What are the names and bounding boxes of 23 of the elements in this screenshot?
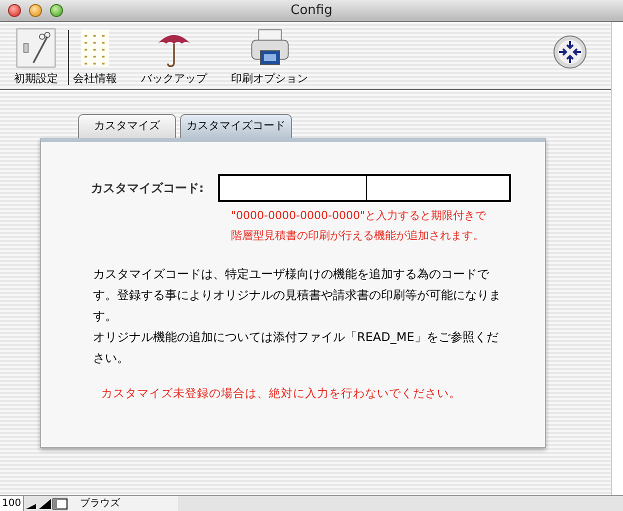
- printer-icon: [250, 28, 290, 68]
- input-field[interactable]: [218, 174, 511, 202]
- mode-label: ブラウズ: [68, 496, 178, 511]
- toolbar-button[interactable]: 初期設定: [12, 28, 60, 87]
- minimize-button[interactable]: [29, 4, 42, 17]
- hint-text: "0000-0000-0000-0000"と入力すると期限付きで: [231, 208, 488, 224]
- toolbar-button[interactable]: 印刷オプション: [229, 28, 310, 87]
- description-paragraph: オリジナル機能の追加については添付ファイル「READ_ME」をご参照ください。: [93, 329, 500, 367]
- field-label: カスタマイズコード:: [91, 180, 205, 197]
- description-paragraph: カスタマイズコードは、特定ユーザ様向けの機能を追加する為のコードです。登録する事によりオリジナルの見積書や請求書の印刷等が可能になります。: [93, 266, 502, 325]
- tab[interactable]: カスタマイズ: [78, 114, 176, 138]
- zoom-button[interactable]: [50, 4, 63, 17]
- close-button[interactable]: [8, 4, 21, 17]
- tab[interactable]: カスタマイズコード: [180, 114, 292, 138]
- switch-scissors-icon: [16, 28, 56, 68]
- toolbar-button[interactable]: バックアップ: [139, 28, 209, 87]
- layout-icon[interactable]: [52, 496, 68, 510]
- zoom-level[interactable]: 100: [0, 496, 24, 511]
- shrink-arrows-icon[interactable]: [553, 35, 587, 69]
- warning-text: カスタマイズ未登録の場合は、絶対に入力を行わないでください。: [101, 385, 462, 402]
- toolbar-button[interactable]: 会社情報: [71, 28, 119, 87]
- hint-text: 階層型見積書の印刷が行える機能が追加されます。: [231, 228, 485, 244]
- window-title: Config: [290, 2, 334, 20]
